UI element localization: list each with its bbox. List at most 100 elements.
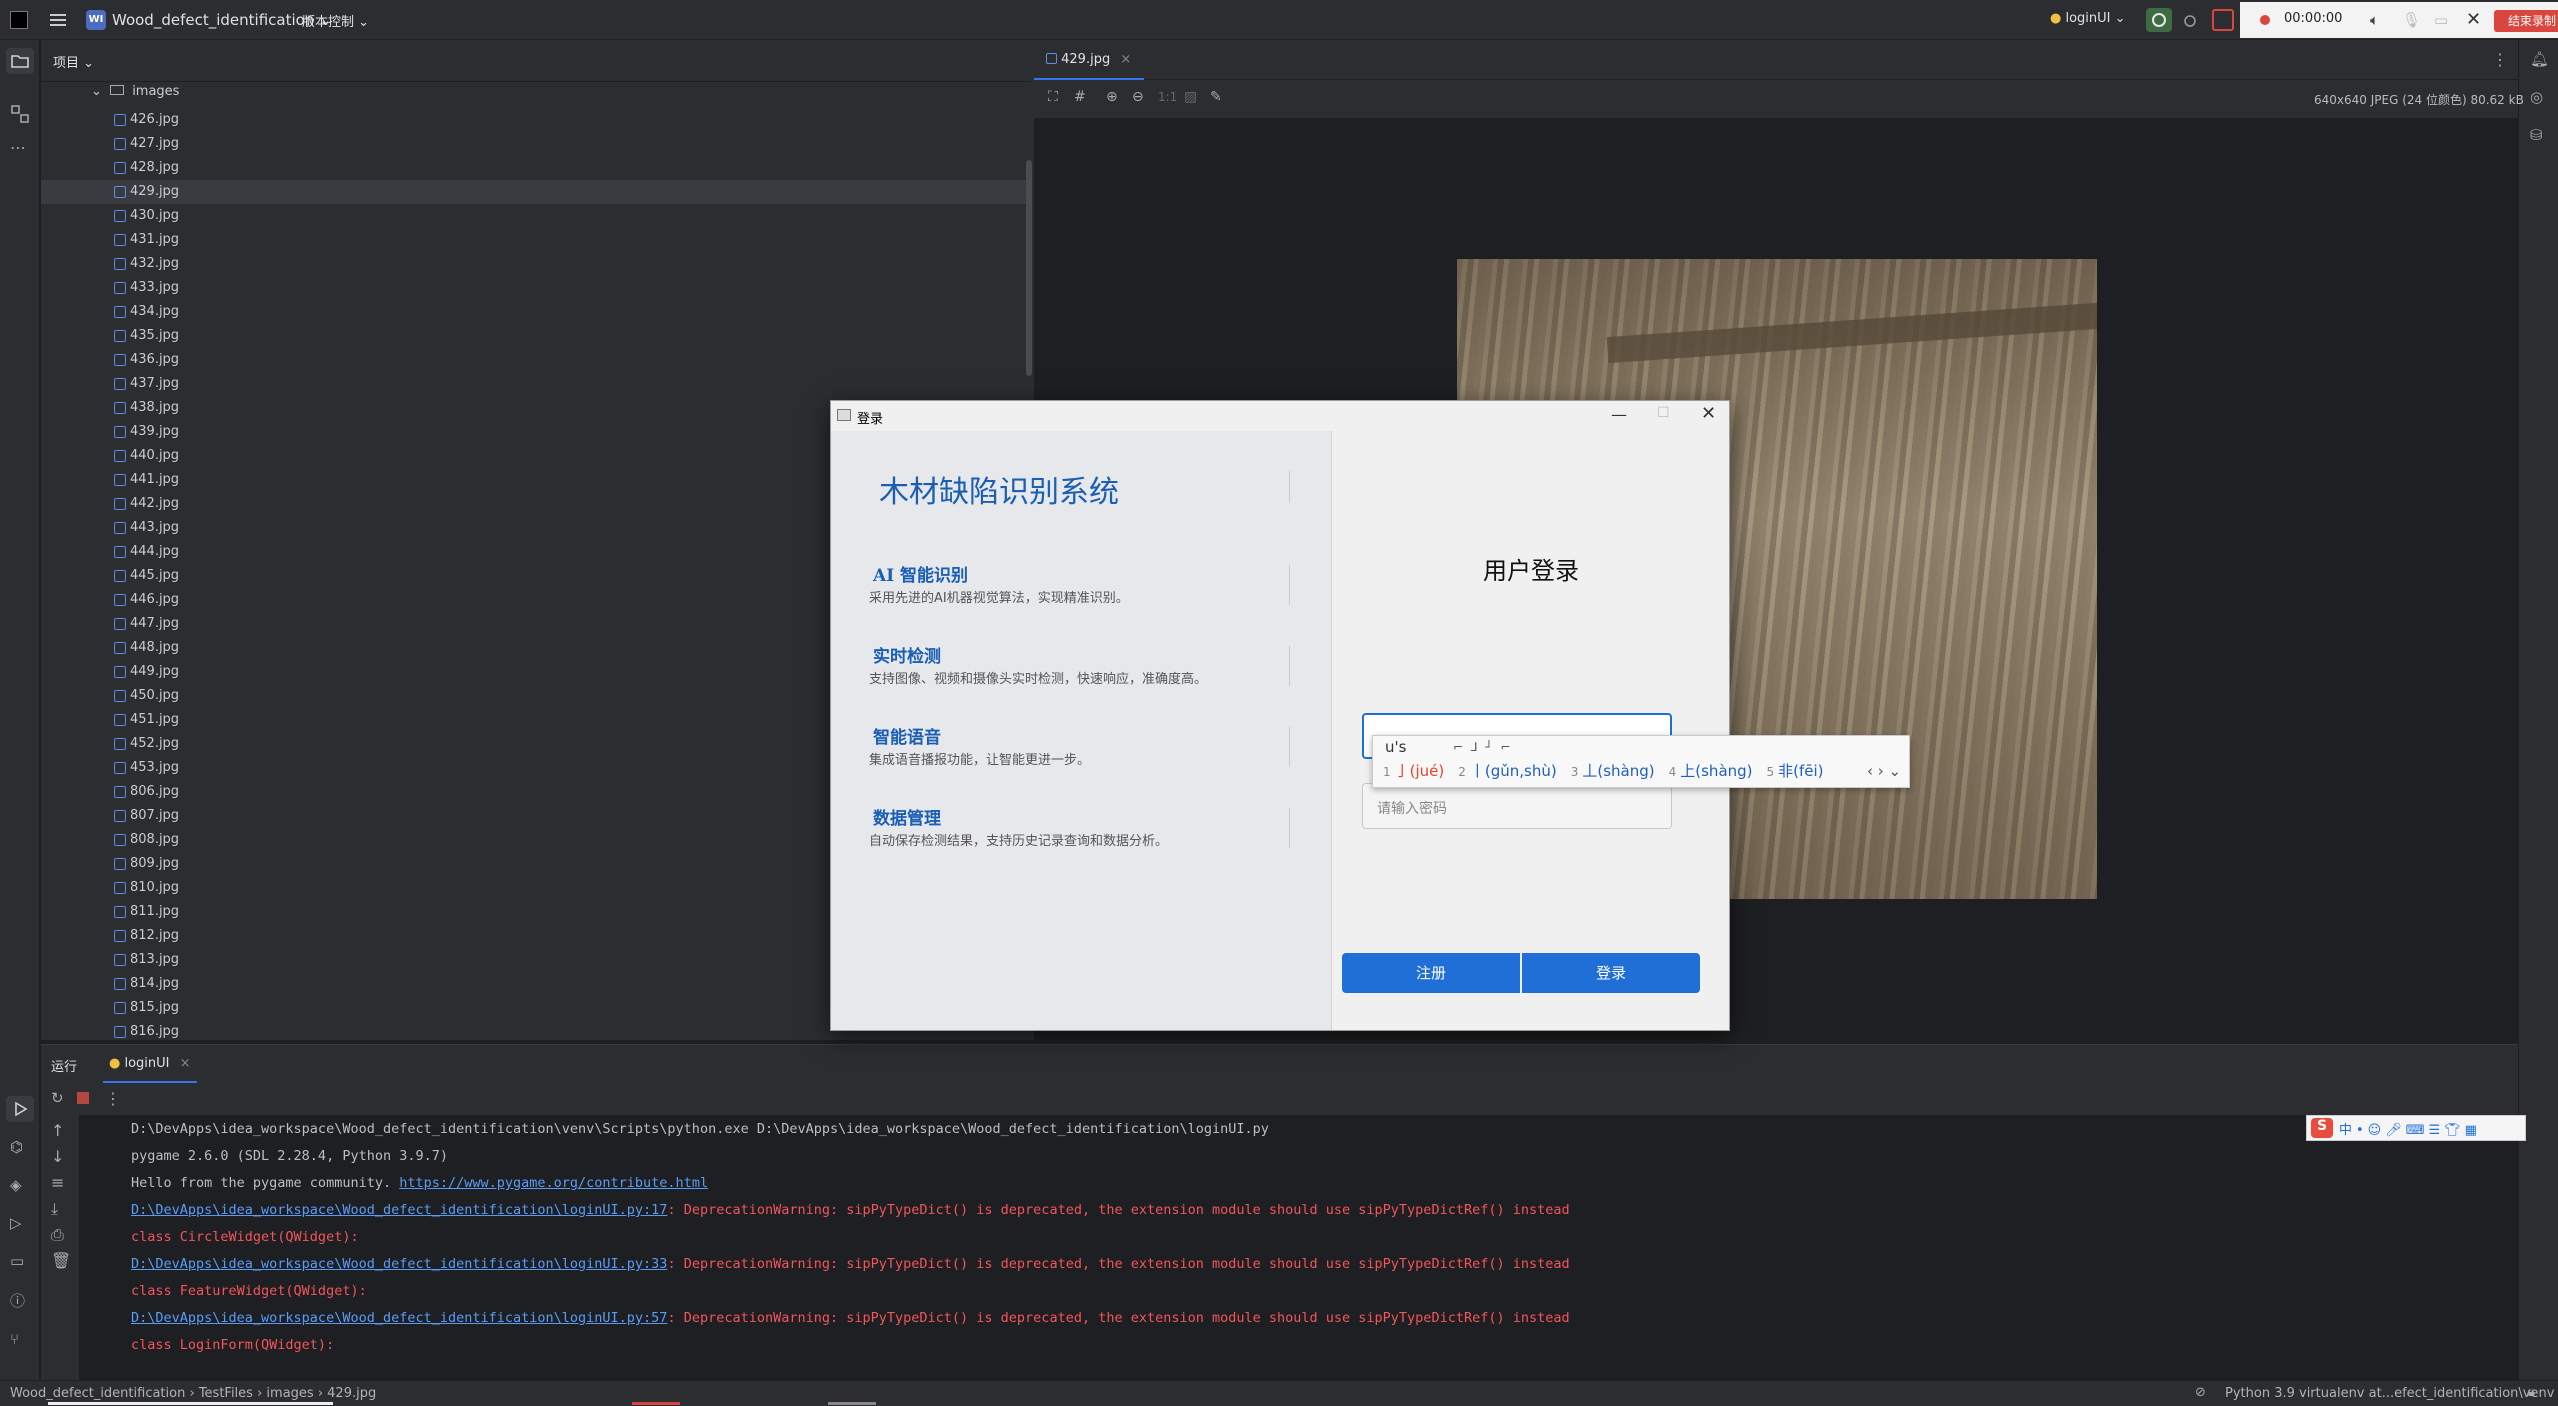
database-icon[interactable]: ⛁ <box>2530 126 2543 144</box>
console-output[interactable]: D:\DevApps\idea_workspace\Wood_defect_id… <box>41 1121 2518 1381</box>
image-file-icon <box>114 666 126 678</box>
terminal-icon[interactable]: ▭ <box>10 1252 24 1270</box>
color-picker-icon[interactable]: ✎ <box>1210 89 1222 105</box>
ime-candidate[interactable]: 5 非(fēi) <box>1767 762 1824 780</box>
ime-candidate[interactable]: 3 丄(shàng) <box>1571 762 1655 780</box>
run-config-selector[interactable]: ● loginUI ⌄ <box>2050 11 2126 26</box>
ime-candidate[interactable]: 1 亅(jué) <box>1383 762 1444 780</box>
image-file-icon <box>114 690 126 702</box>
more-options-icon[interactable]: ⋮ <box>2492 50 2508 69</box>
tree-file-item[interactable]: 432.jpg <box>41 252 1031 276</box>
file-label: 811.jpg <box>130 904 180 919</box>
login-button[interactable]: 登录 <box>1522 953 1700 993</box>
ai-assistant-icon[interactable]: ◎ <box>2530 88 2543 106</box>
problems-icon[interactable]: ⓘ <box>10 1290 25 1311</box>
folder-icon <box>110 85 125 95</box>
breadcrumb-item[interactable]: Wood_defect_identification <box>10 1386 185 1401</box>
console-text: D:\DevApps\idea_workspace\Wood_defect_id… <box>131 1121 1269 1137</box>
file-label: 814.jpg <box>130 976 180 991</box>
stop-icon[interactable] <box>77 1092 89 1104</box>
python-packages-icon[interactable]: ⌬ <box>10 1138 23 1156</box>
close-icon[interactable]: × <box>1120 52 1131 67</box>
register-button[interactable]: 注册 <box>1342 953 1520 993</box>
console-text: class LoginForm(QWidget): <box>131 1337 335 1353</box>
file-label: 442.jpg <box>130 496 180 511</box>
ime-candidate-text: 丄(shàng) <box>1582 762 1655 780</box>
tab-429-jpg[interactable]: 429.jpg × <box>1034 40 1144 80</box>
breadcrumb-item[interactable]: 429.jpg <box>327 1386 376 1401</box>
tree-file-item[interactable]: 433.jpg <box>41 276 1031 300</box>
camera-icon[interactable]: ▭ <box>2434 11 2448 29</box>
console-link[interactable]: D:\DevApps\idea_workspace\Wood_defect_id… <box>131 1256 667 1272</box>
debug-icon[interactable] <box>2180 10 2200 30</box>
console-link[interactable]: D:\DevApps\idea_workspace\Wood_defect_id… <box>131 1310 667 1326</box>
project-badge: WI <box>86 10 106 30</box>
zoom-out-icon[interactable]: ⊖ <box>1132 89 1144 105</box>
tree-file-item[interactable]: 436.jpg <box>41 348 1031 372</box>
password-placeholder: 请输入密码 <box>1377 801 1447 817</box>
actual-size-button[interactable]: 1:1 <box>1158 90 1177 104</box>
ime-candidate-text: 上(shàng) <box>1680 762 1753 780</box>
no-inspection-icon[interactable]: ⊘ <box>2195 1385 2206 1400</box>
services-icon[interactable]: ▷ <box>10 1214 22 1232</box>
tree-file-item[interactable]: 434.jpg <box>41 300 1031 324</box>
volume-icon[interactable]: 🔈︎ <box>2370 11 2379 29</box>
tree-file-item[interactable]: 428.jpg <box>41 156 1031 180</box>
interpreter-status[interactable]: Python 3.9 virtualenv at...efect_identif… <box>2225 1386 2554 1401</box>
ime-candidate[interactable]: 4 上(shàng) <box>1669 762 1753 780</box>
structure-icon[interactable] <box>10 104 30 124</box>
close-icon[interactable]: × <box>180 1056 191 1071</box>
breadcrumb-item[interactable]: TestFiles <box>199 1386 253 1401</box>
minimize-icon[interactable]: — <box>1611 405 1627 424</box>
fit-icon[interactable]: ⛶ <box>1048 89 1058 105</box>
maximize-icon[interactable]: ☐ <box>1657 405 1670 421</box>
tree-file-item[interactable]: 429.jpg <box>41 180 1031 204</box>
ime-candidate-window: u's ⌐ ⅃ ┘ ⌐ 1 亅(jué) 2 丨(gǔn,shù) 3 丄(shàng) 4… <box>1372 735 1910 788</box>
end-recording-button[interactable]: 结束录制 <box>2494 10 2558 32</box>
tree-folder-images[interactable]: ⌄ images <box>91 84 179 99</box>
file-label: 440.jpg <box>130 448 180 463</box>
close-icon[interactable]: ✕ <box>2466 9 2481 30</box>
ime-candidate[interactable]: 2 丨(gǔn,shù) <box>1458 762 1556 780</box>
feature-description: 集成语音播报功能，让智能更进一步。 <box>869 753 1091 768</box>
tree-file-item[interactable]: 430.jpg <box>41 204 1031 228</box>
tree-file-item[interactable]: 427.jpg <box>41 132 1031 156</box>
lock-icon[interactable]: 🔒︎ <box>2528 1385 2535 1400</box>
rerun-icon[interactable] <box>2146 8 2172 32</box>
background-icon[interactable]: ▨ <box>1184 89 1197 105</box>
tree-file-item[interactable]: 435.jpg <box>41 324 1031 348</box>
breadcrumb-item[interactable]: images <box>266 1386 313 1401</box>
tab-loginui[interactable]: ● loginUI × <box>103 1045 197 1083</box>
zoom-in-icon[interactable]: ⊕ <box>1106 89 1118 105</box>
mic-icon[interactable]: 🎙︎ <box>2402 11 2421 29</box>
ime-status-icons[interactable]: 中•☺🎤︎⌨︎☰👕︎▦ <box>2339 1119 2481 1138</box>
more-options-icon[interactable]: ⋮ <box>105 1089 121 1108</box>
layers-icon[interactable]: ◈ <box>10 1176 22 1194</box>
close-icon[interactable]: ✕ <box>1701 403 1716 424</box>
vcs-menu[interactable]: 版本控制 ⌄ <box>302 11 369 30</box>
grid-icon[interactable]: # <box>1074 89 1086 105</box>
scrollbar[interactable] <box>1026 160 1032 376</box>
project-tool-button[interactable] <box>6 48 34 74</box>
stop-icon[interactable] <box>2212 9 2234 31</box>
run-tool-button[interactable] <box>6 1096 34 1122</box>
git-icon[interactable]: ⑂ <box>10 1330 19 1348</box>
tree-file-item[interactable]: 431.jpg <box>41 228 1031 252</box>
notifications-icon[interactable]: 🔔︎ <box>2530 50 2549 68</box>
console-link[interactable]: https://www.pygame.org/contribute.html <box>399 1175 708 1191</box>
file-label: 812.jpg <box>130 928 180 943</box>
tree-file-item[interactable]: 426.jpg <box>41 108 1031 132</box>
rerun-icon[interactable]: ↻ <box>51 1089 64 1107</box>
ime-next-page-icon[interactable]: ‹ › ⌄ <box>1867 762 1901 780</box>
project-panel-title[interactable]: 项目 ⌄ <box>53 52 94 71</box>
run-panel: 运行 ● loginUI × ↻ ⋮ ↑ ↓ ≡ ⤓ ⎙ 🗑︎ D:\DevAp… <box>41 1044 2526 1381</box>
sogou-logo-icon[interactable]: S <box>2311 1118 2333 1138</box>
more-icon[interactable]: ⋯ <box>10 138 26 157</box>
divider <box>1289 808 1290 848</box>
password-input[interactable]: 请输入密码 <box>1362 783 1672 829</box>
project-panel-title-text: 项目 <box>53 56 80 71</box>
project-switcher[interactable]: Wood_defect_identification ⌄ <box>112 11 332 29</box>
console-link[interactable]: D:\DevApps\idea_workspace\Wood_defect_id… <box>131 1202 667 1218</box>
main-menu-icon[interactable] <box>48 10 68 30</box>
tree-file-item[interactable]: 437.jpg <box>41 372 1031 396</box>
